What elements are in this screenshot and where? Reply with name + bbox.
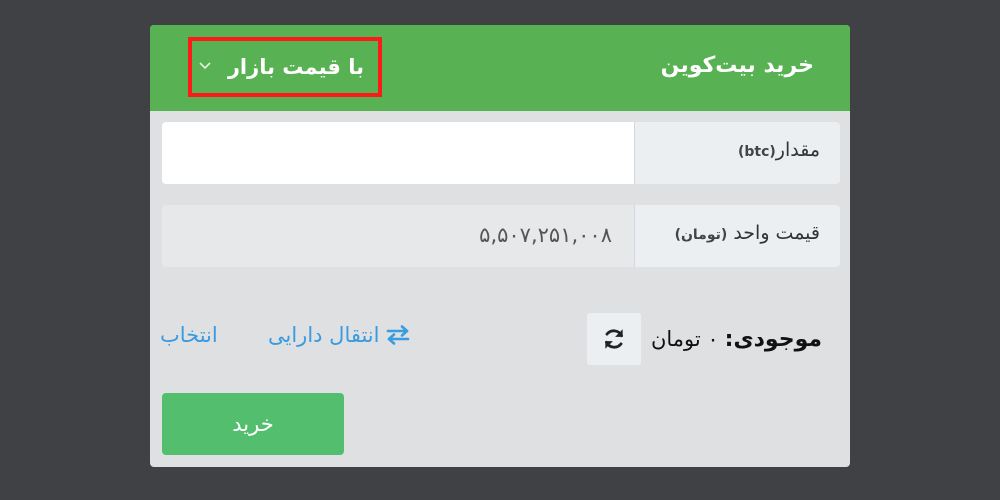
balance-value: ۰ تومان — [650, 327, 719, 351]
amount-unit: (btc) — [737, 144, 776, 160]
buy-bitcoin-card: خرید بیت‌کوین با قیمت بازار مقدار(btc) ق… — [150, 25, 850, 467]
unit-price-row: قیمت واحد (تومان) ۵,۵۰۷,۲۵۱,۰۰۸ — [162, 205, 840, 267]
refresh-icon — [604, 329, 623, 349]
amount-label-cell: مقدار(btc) — [634, 122, 840, 184]
swap-arrows-icon — [387, 325, 410, 345]
unit-price-label-cell: قیمت واحد (تومان) — [634, 205, 840, 267]
amount-label: مقدار — [775, 139, 820, 161]
buy-button[interactable]: خرید — [162, 393, 344, 455]
unit-price-unit: (تومان) — [674, 227, 728, 243]
order-type-dropdown[interactable]: با قیمت بازار — [188, 37, 382, 97]
unit-price-field: ۵,۵۰۷,۲۵۱,۰۰۸ — [162, 205, 634, 267]
unit-price-value: ۵,۵۰۷,۲۵۱,۰۰۸ — [479, 223, 612, 247]
card-header: خرید بیت‌کوین با قیمت بازار — [150, 25, 850, 111]
balance-area: موجودی: ۰ تومان — [586, 313, 822, 365]
transfer-assets-label: انتقال دارایی — [268, 323, 380, 347]
page-title: خرید بیت‌کوین — [660, 53, 814, 78]
refresh-balance-button[interactable] — [586, 313, 641, 365]
transfer-assets-link[interactable]: انتقال دارایی — [268, 323, 411, 347]
select-link[interactable]: انتخاب — [160, 323, 218, 347]
amount-row: مقدار(btc) — [162, 122, 840, 184]
order-type-label: با قیمت بازار — [227, 55, 364, 79]
unit-price-label: قیمت واحد — [733, 222, 820, 244]
chevron-down-icon — [199, 62, 211, 70]
balance-label: موجودی: — [724, 326, 822, 352]
amount-input[interactable] — [162, 122, 634, 184]
